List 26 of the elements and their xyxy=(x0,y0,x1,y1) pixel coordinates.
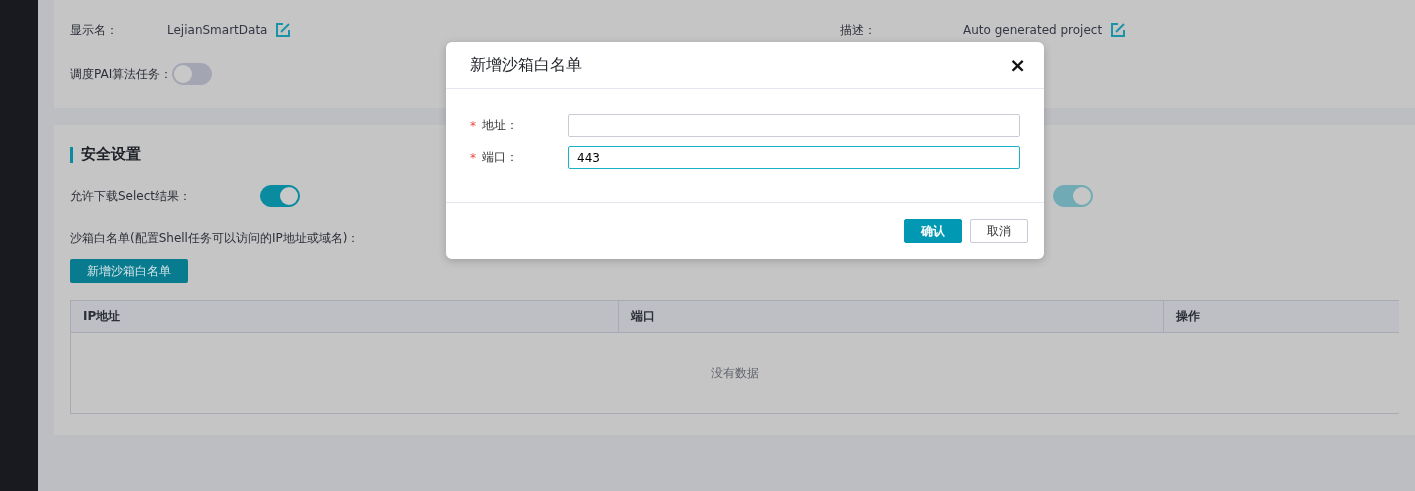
dialog-title: 新增沙箱白名单 xyxy=(470,54,582,76)
section-title: 安全设置 xyxy=(81,145,141,164)
field-value: LejianSmartData xyxy=(167,23,268,37)
toggle-label: 允许下载Select结果： xyxy=(70,187,193,205)
field-label: 地址： xyxy=(482,117,518,134)
edit-icon[interactable] xyxy=(1110,22,1127,38)
column-header: 操作 xyxy=(1175,308,1201,325)
field-value: Auto generated project xyxy=(963,23,1103,37)
edit-icon[interactable] xyxy=(275,22,292,38)
cancel-button[interactable]: 取消 xyxy=(970,219,1028,243)
input-field[interactable] xyxy=(568,114,1020,137)
toggle-switch[interactable] xyxy=(260,185,300,207)
required-mark: * xyxy=(470,150,476,165)
toggle-switch[interactable] xyxy=(172,63,213,85)
required-mark: * xyxy=(470,118,476,133)
field-label: 显示名： xyxy=(70,21,119,39)
column-header: IP地址 xyxy=(71,301,619,332)
add-whitelist-button[interactable]: 新增沙箱白名单 xyxy=(70,259,188,283)
close-button[interactable]: × xyxy=(1005,55,1030,75)
field-label: 调度PAI算法任务： xyxy=(70,65,173,83)
empty-message: 没有数据 xyxy=(711,364,759,382)
whitelist-label: 沙箱白名单(配置Shell任务可以访问的IP地址或域名)： xyxy=(70,230,360,247)
field-label: 端口： xyxy=(482,149,518,166)
column-header: 端口 xyxy=(619,301,1164,332)
input-field[interactable]: 443 xyxy=(568,146,1020,169)
field-label: 描述： xyxy=(840,21,877,39)
